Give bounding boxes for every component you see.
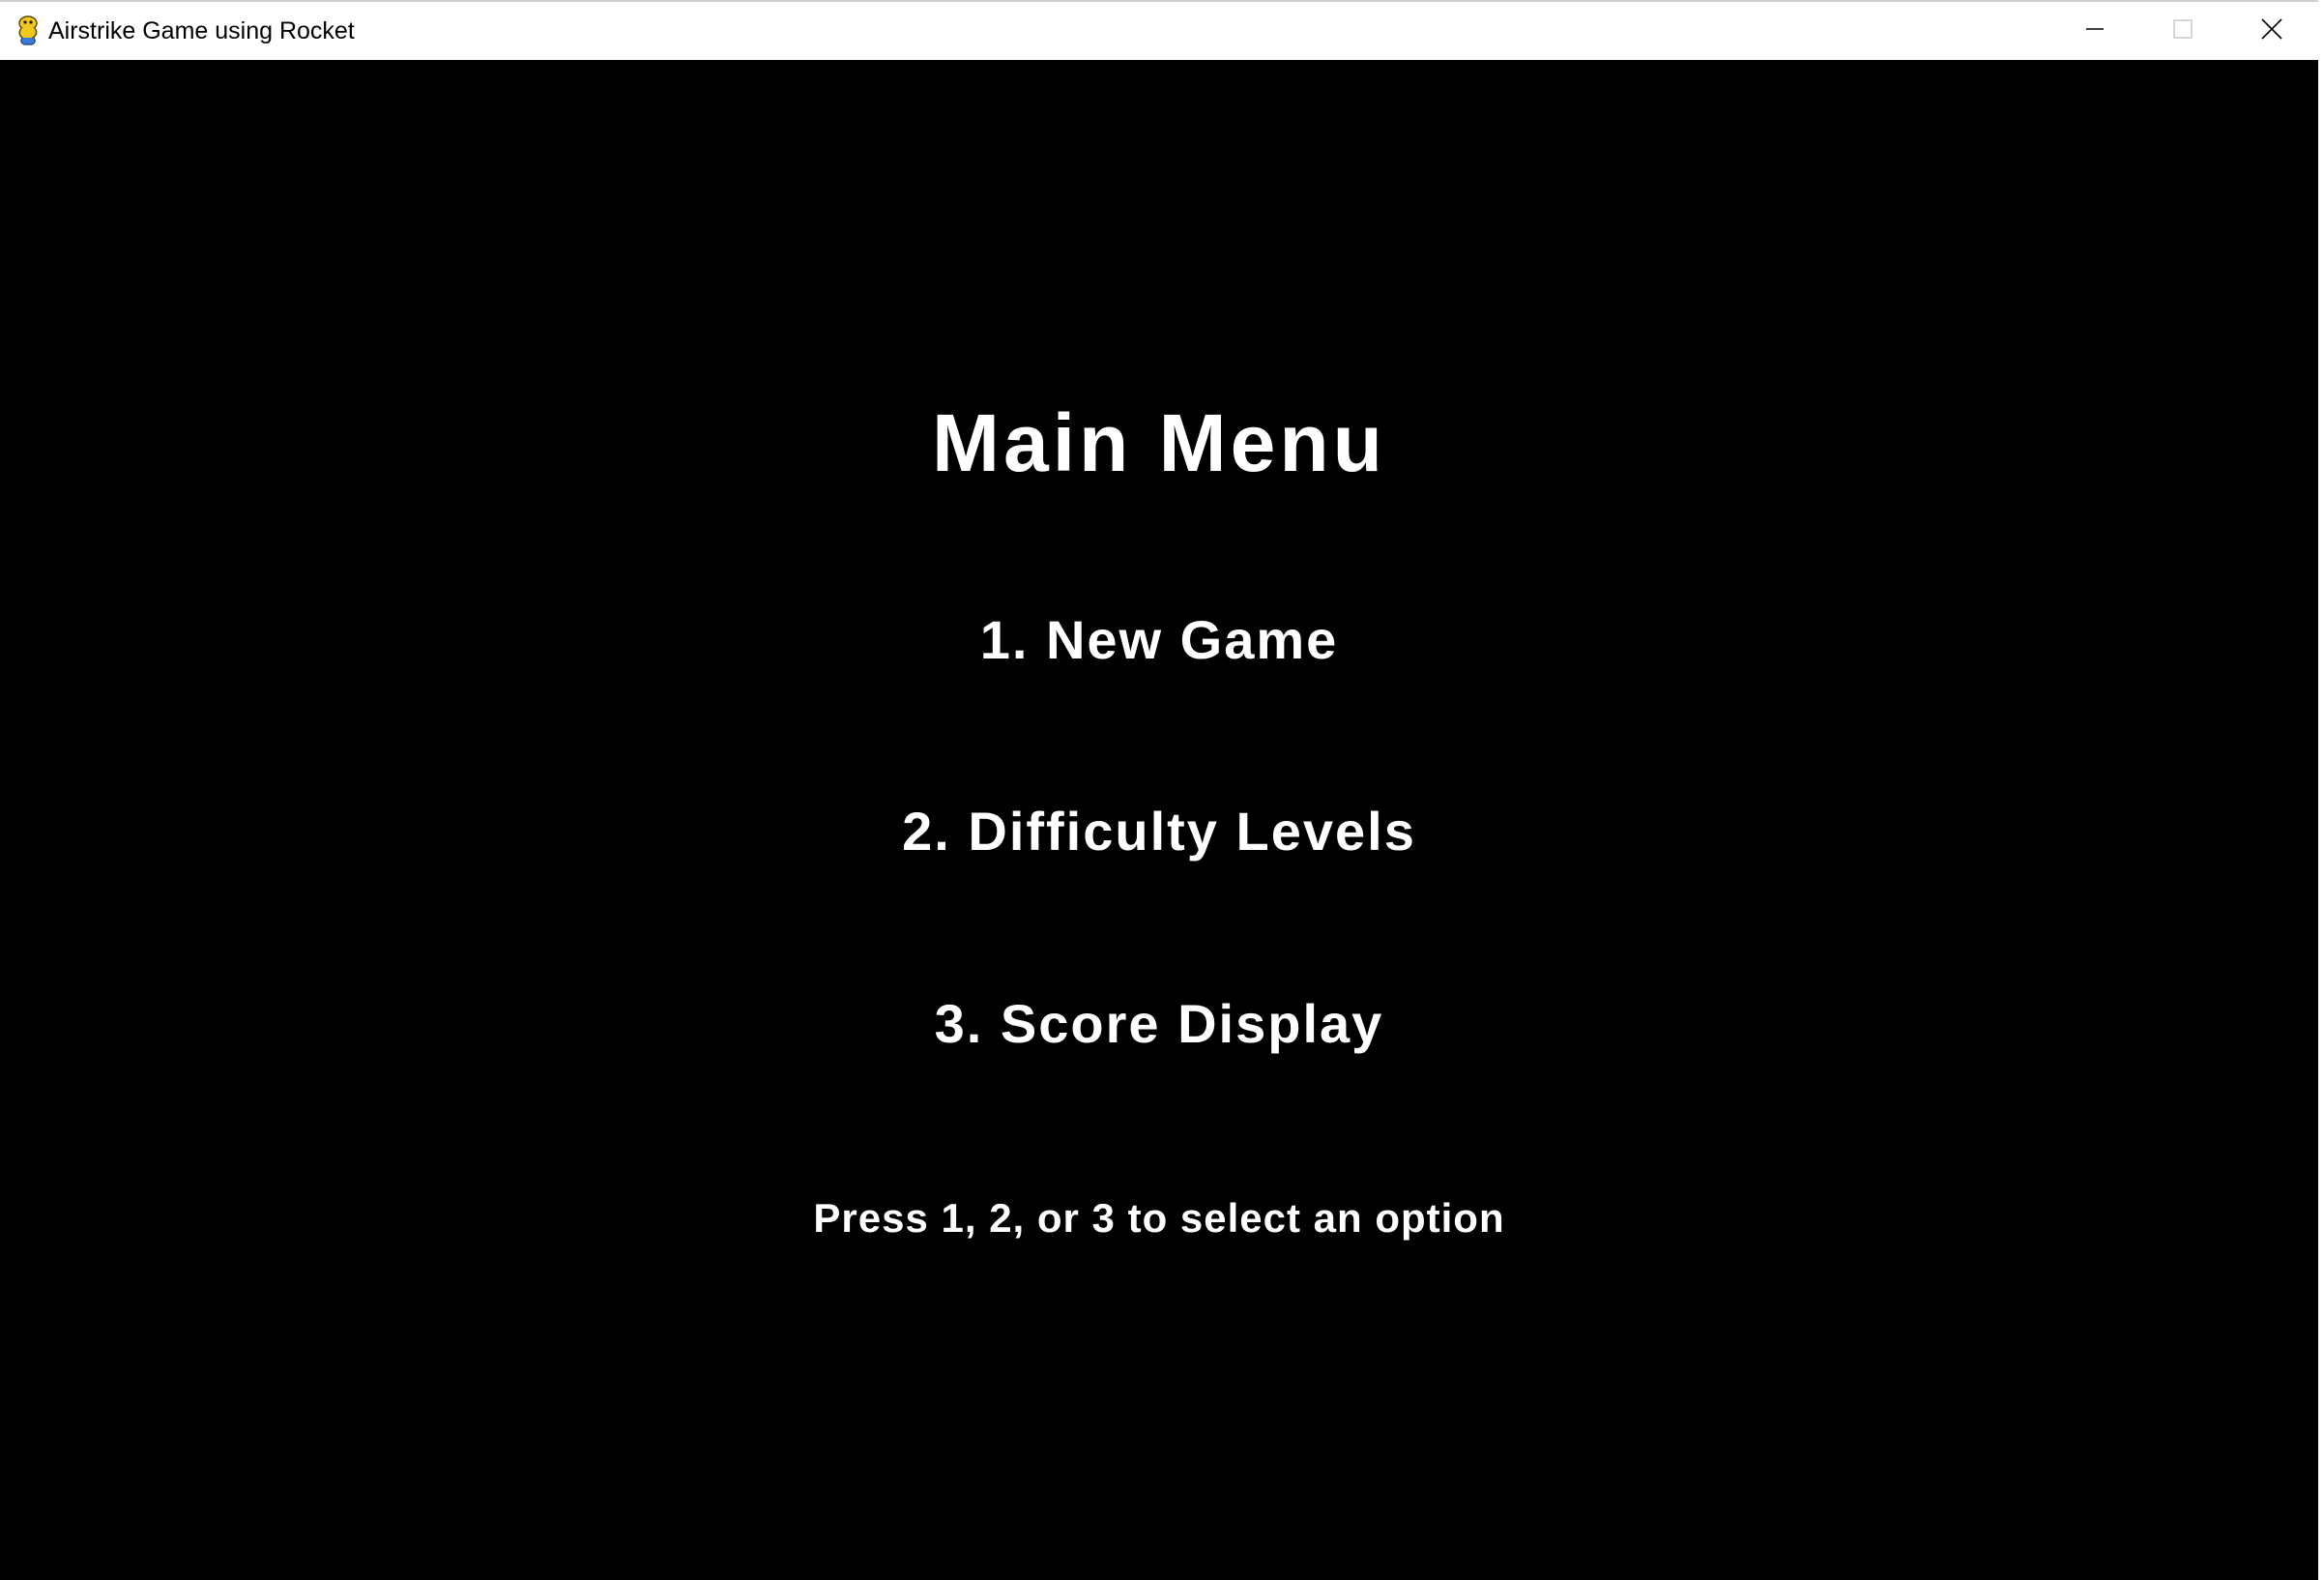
pygame-snake-icon: [14, 15, 43, 45]
window-title: Airstrike Game using Rocket: [48, 17, 355, 44]
maximize-icon: [2172, 18, 2193, 44]
maximize-button[interactable]: [2139, 2, 2226, 60]
minimize-button[interactable]: [2051, 2, 2138, 60]
window-edge: [2318, 0, 2324, 1580]
window-titlebar[interactable]: Airstrike Game using Rocket: [0, 0, 2318, 60]
menu-option-new-game[interactable]: 1. New Game: [0, 607, 2318, 673]
menu-option-score-display[interactable]: 3. Score Display: [0, 991, 2318, 1057]
minimize-icon: [2084, 18, 2106, 44]
menu-hint: Press 1, 2, or 3 to select an option: [813, 1195, 1505, 1241]
menu-option-difficulty-levels[interactable]: 2. Difficulty Levels: [0, 799, 2318, 864]
main-menu-title: Main Menu: [932, 397, 1386, 488]
close-button[interactable]: [2228, 2, 2315, 60]
game-window: Airstrike Game using Rocket Main Menu 1.…: [0, 0, 2318, 1580]
close-icon: [2260, 17, 2283, 45]
